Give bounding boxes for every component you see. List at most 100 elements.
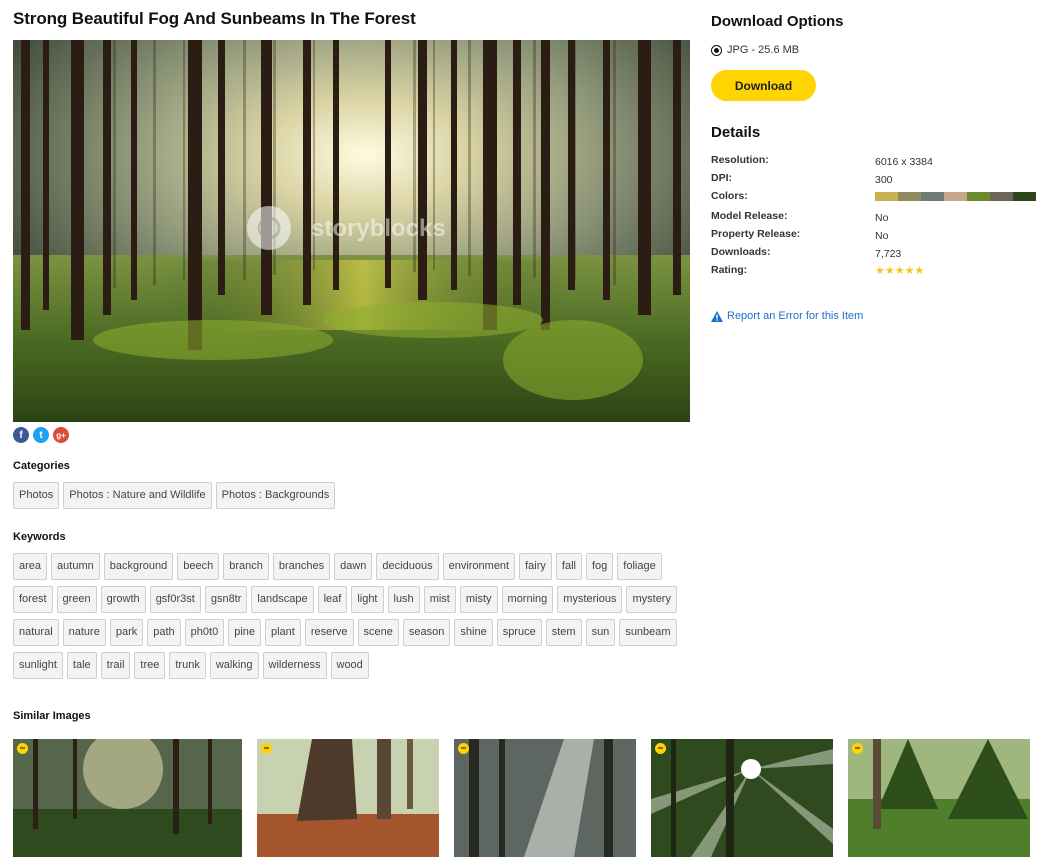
keyword-tag[interactable]: tree [134,652,166,679]
keyword-tag[interactable]: forest [13,586,53,613]
property-release-value: No [875,230,889,242]
keyword-tag[interactable]: gsf0r3st [149,586,201,613]
category-tag[interactable]: Photos : Nature and Wildlife [63,482,212,509]
collection-badge-icon: ∞ [261,743,272,754]
similar-image-5[interactable]: ∞ [848,739,1030,857]
keyword-tag[interactable]: wilderness [262,652,327,679]
keyword-tag[interactable]: leaf [317,586,348,613]
keyword-tag[interactable]: scene [357,619,399,646]
sunburst-forest-thumbnail-icon [651,739,833,857]
keyword-tag[interactable]: sunbeam [619,619,677,646]
downloads-value: 7,723 [875,248,902,260]
keyword-tag[interactable]: dawn [334,553,373,580]
keyword-tag[interactable]: sun [585,619,616,646]
keyword-tag[interactable]: fairy [519,553,552,580]
resolution-label: Resolution: [711,154,769,166]
keyword-tag[interactable]: morning [501,586,554,613]
keyword-tag[interactable]: autumn [51,553,100,580]
keyword-tag[interactable]: path [147,619,181,646]
keyword-tag[interactable]: trunk [169,652,206,679]
keyword-tag[interactable]: fog [585,553,614,580]
keyword-tag[interactable]: park [109,619,144,646]
keyword-tag[interactable]: environment [442,553,516,580]
watermark-text: storyblocks [311,215,446,242]
keyword-tag[interactable]: gsn8tr [204,586,248,613]
colors-label: Colors: [711,190,748,202]
color-swatch [921,192,944,201]
keyword-tag[interactable]: pine [228,619,261,646]
keywords-list: area autumn background beech branch branches d… [13,553,683,685]
keyword-tag[interactable]: background [103,553,174,580]
google-plus-icon[interactable]: g+ [53,427,69,443]
keyword-tag[interactable]: branch [223,553,269,580]
keyword-tag[interactable]: walking [209,652,259,679]
keyword-tag[interactable]: plant [265,619,301,646]
details-heading: Details [711,124,761,141]
similar-images-heading: Similar Images [13,710,91,722]
autumn-trunk-thumbnail-icon [257,739,439,857]
keywords-heading: Keywords [13,531,66,543]
collection-badge-icon: ∞ [17,743,28,754]
keyword-tag[interactable]: mysterious [557,586,623,613]
detail-colors: Colors: [711,189,1051,203]
keyword-tag[interactable]: light [351,586,384,613]
category-tag[interactable]: Photos : Backgrounds [215,482,336,509]
color-swatch [1013,192,1036,201]
keyword-tag[interactable]: mist [423,586,456,613]
green-forest-path-thumbnail-icon [848,739,1030,857]
report-error-link[interactable]: Report an Error for this Item [711,310,863,322]
property-release-label: Property Release: [711,228,801,240]
resolution-value: 6016 x 3384 [875,156,933,168]
download-button[interactable]: Download [711,70,816,101]
detail-rating: Rating: ★★★★★ [711,263,1051,277]
report-error-label: Report an Error for this Item [727,310,864,322]
keyword-tag[interactable]: fall [555,553,582,580]
keyword-tag[interactable]: shine [454,619,493,646]
keyword-tag[interactable]: wood [330,652,369,679]
keyword-tag[interactable]: area [13,553,48,580]
keyword-tag[interactable]: stem [545,619,582,646]
misty-forest-thumbnail-icon [13,739,242,857]
keyword-tag[interactable]: ph0t0 [184,619,225,646]
keyword-tag[interactable]: reserve [304,619,354,646]
keyword-tag[interactable]: sunlight [13,652,63,679]
similar-image-1[interactable]: ∞ [13,739,242,857]
sunbeam-fog-thumbnail-icon [454,739,636,857]
hero-forest-image[interactable]: storyblocks [13,40,690,422]
keyword-tag[interactable]: natural [13,619,59,646]
model-release-value: No [875,212,889,224]
share-row: f t g+ [13,427,69,443]
model-release-label: Model Release: [711,210,788,222]
keyword-tag[interactable]: foliage [617,553,662,580]
keyword-tag[interactable]: season [402,619,451,646]
keyword-tag[interactable]: beech [177,553,220,580]
detail-model-release: Model Release: No [711,209,1051,224]
twitter-icon[interactable]: t [33,427,49,443]
keyword-tag[interactable]: mystery [626,586,677,613]
download-options-heading: Download Options [711,13,844,30]
keyword-tag[interactable]: spruce [496,619,542,646]
category-tag[interactable]: Photos [13,482,60,509]
detail-resolution: Resolution: 6016 x 3384 [711,153,1051,168]
similar-image-3[interactable]: ∞ [454,739,636,857]
radio-selected-icon[interactable] [711,44,722,56]
collection-badge-icon: ∞ [458,743,469,754]
facebook-icon[interactable]: f [13,427,29,443]
keyword-tag[interactable]: deciduous [376,553,439,580]
collection-badge-icon: ∞ [852,743,863,754]
categories-list: Photos Photos : Nature and Wildlife Photos… [13,482,673,515]
categories-heading: Categories [13,460,70,472]
keyword-tag[interactable]: tale [66,652,97,679]
similar-image-4[interactable]: ∞ [651,739,833,857]
keyword-tag[interactable]: green [56,586,97,613]
similar-image-2[interactable]: ∞ [257,739,439,857]
format-label: JPG - 25.6 MB [727,44,800,56]
keyword-tag[interactable]: growth [100,586,146,613]
keyword-tag[interactable]: nature [62,619,106,646]
keyword-tag[interactable]: branches [272,553,331,580]
keyword-tag[interactable]: trail [100,652,131,679]
keyword-tag[interactable]: landscape [251,586,314,613]
keyword-tag[interactable]: misty [459,586,498,613]
format-option[interactable]: JPG - 25.6 MB [711,44,799,56]
keyword-tag[interactable]: lush [387,586,420,613]
